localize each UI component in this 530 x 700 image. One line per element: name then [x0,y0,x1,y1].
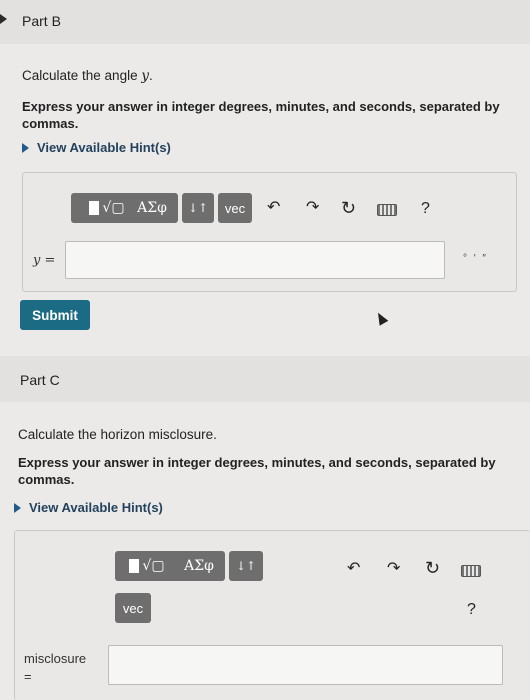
hint-label: View Available Hint(s) [37,140,171,155]
template-square-icon [89,201,100,215]
part-c-title: Part C [20,372,60,388]
part-c-instruction: Express your answer in integer degrees, … [18,455,496,487]
keyboard-icon[interactable] [377,204,397,216]
part-b-question: Calculate the angle y. [22,68,153,84]
question-prefix: Calculate the angle [22,68,142,83]
vec-label: vec [122,600,144,616]
part-b-title: Part B [22,13,61,29]
collapse-caret-icon[interactable] [0,14,7,24]
hint-label: View Available Hint(s) [29,500,163,515]
templates-button[interactable]: √▢ [115,551,179,581]
templates-label: √▢ [142,558,165,574]
subscript-superscript-button[interactable]: ↓↑ [229,551,263,581]
redo-icon[interactable]: ↷ [387,561,400,577]
question-variable: y [141,68,149,84]
greek-symbols-button[interactable]: ΑΣφ [126,193,178,223]
y-variable-label: y = [33,253,56,268]
part-b-hint-toggle[interactable]: View Available Hint(s) [22,140,171,155]
greek-label: ΑΣφ [137,200,167,216]
mouse-cursor-icon [373,310,389,326]
subscript-superscript-button[interactable]: ↓↑ [182,193,214,223]
vec-button[interactable]: vec [218,193,252,223]
greek-symbols-button[interactable]: ΑΣφ [173,551,225,581]
part-b-answer-box: √▢ ΑΣφ ↓↑ vec ↶ ↷ ↻ ? y = ° ′ ″ [22,172,517,292]
undo-icon[interactable]: ↶ [267,200,280,216]
part-c-hint-toggle[interactable]: View Available Hint(s) [14,500,163,515]
part-b-header[interactable]: Part B [0,0,530,44]
misclosure-answer-input[interactable] [108,645,503,685]
expand-triangle-icon [22,142,29,153]
redo-icon[interactable]: ↷ [306,200,319,216]
template-square-icon [129,559,140,573]
arrows-label: ↓↑ [187,201,209,215]
undo-icon[interactable]: ↶ [347,561,360,577]
y-answer-input[interactable] [65,241,445,279]
vec-label: vec [224,200,246,216]
vec-button[interactable]: vec [115,593,151,623]
arrows-label: ↓↑ [235,559,257,573]
part-c-header[interactable]: Part C [0,356,530,402]
question-suffix: . [148,68,153,83]
expand-triangle-icon [14,502,21,513]
part-b-instruction: Express your answer in integer degrees, … [22,99,500,131]
equals-label: = [24,669,32,684]
greek-label: ΑΣφ [184,558,214,574]
templates-label: √▢ [102,200,125,216]
dms-units-label: ° ′ ″ [463,253,488,264]
misclosure-label: misclosure [24,651,87,666]
part-c-answer-box: √▢ ΑΣφ ↓↑ vec ↶ ↷ ↻ ? misclosure = [14,530,530,700]
reset-icon[interactable]: ↻ [341,199,356,217]
part-c-question: Calculate the horizon misclosure. [18,427,217,442]
help-button[interactable]: ? [467,601,476,619]
reset-icon[interactable]: ↻ [425,559,440,577]
submit-button[interactable]: Submit [20,300,90,330]
keyboard-icon[interactable] [461,565,481,577]
help-button[interactable]: ? [421,200,430,218]
